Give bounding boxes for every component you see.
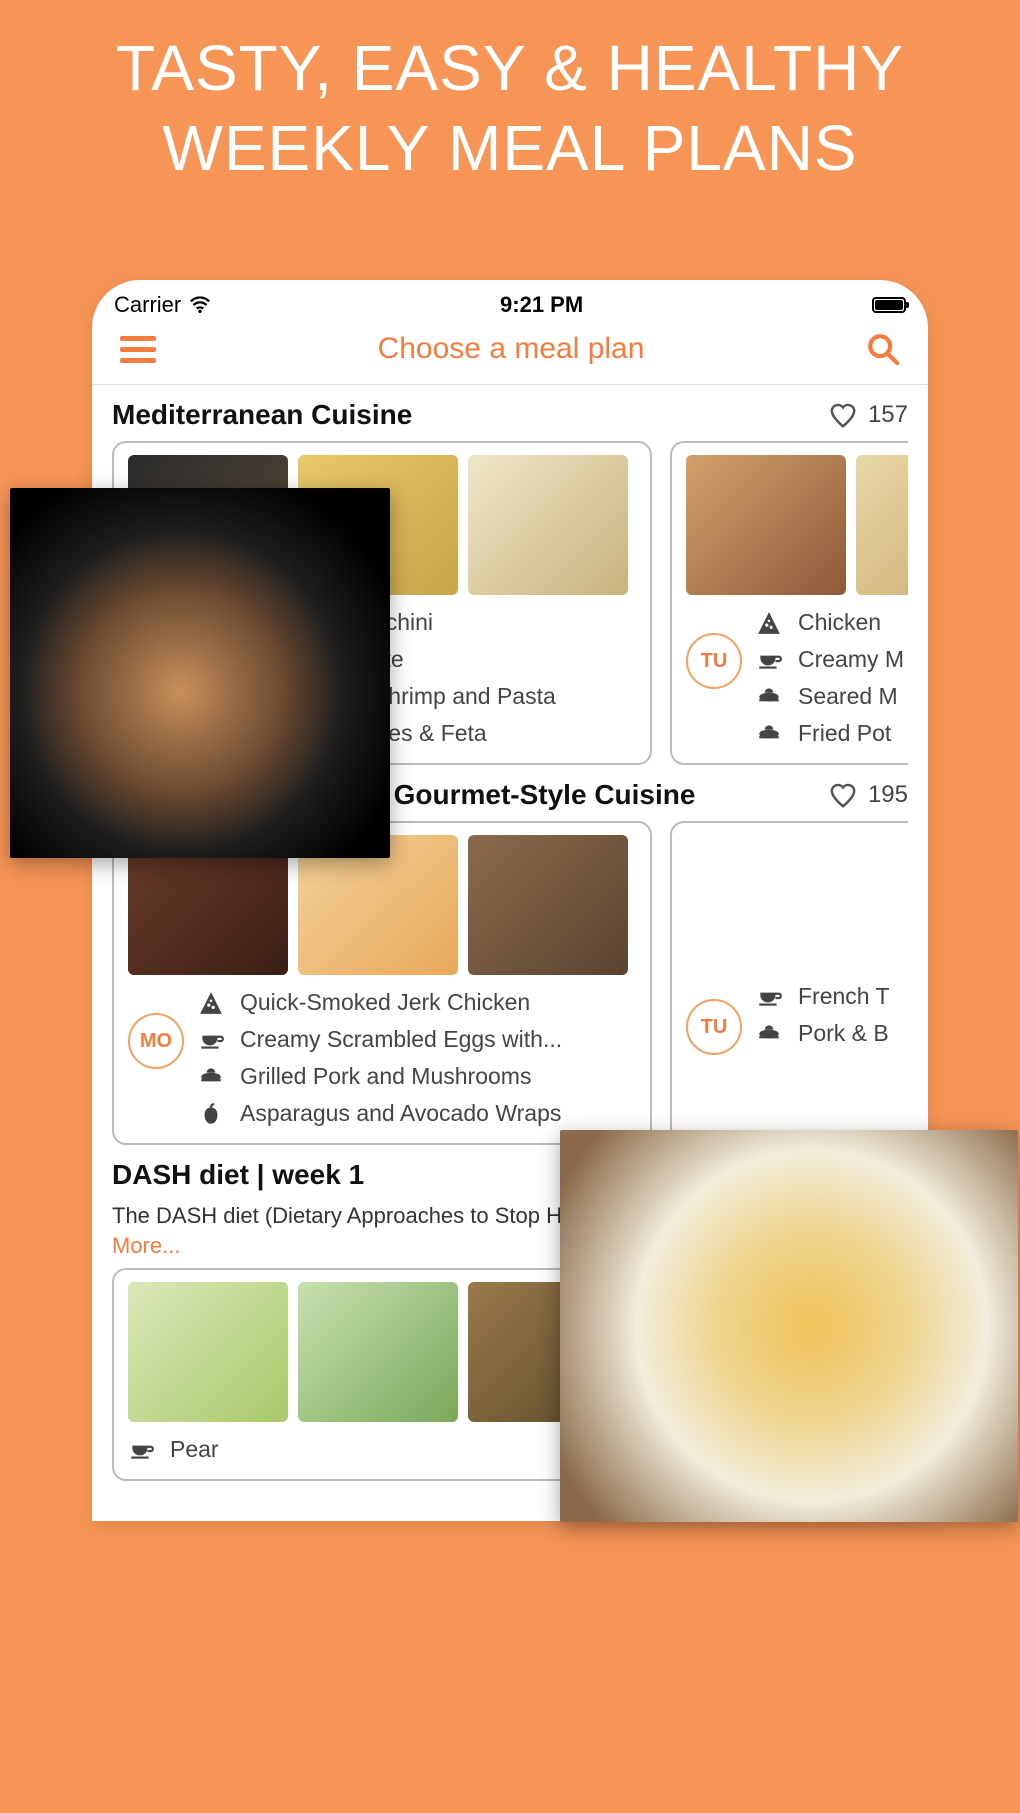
meal-item[interactable]: Creamy M	[756, 646, 908, 673]
meal-label: Pork & B	[798, 1020, 889, 1047]
meal-item[interactable]: Pear	[128, 1436, 616, 1463]
promo-line2: WEEKLY MEAL PLANS	[40, 108, 980, 188]
nav-bar: Choose a meal plan	[92, 324, 928, 385]
meal-thumb	[468, 835, 628, 975]
meal-thumb	[686, 455, 846, 595]
cup-icon	[198, 1027, 224, 1053]
meal-label: French T	[798, 983, 890, 1010]
carrier-label: Carrier	[114, 292, 181, 318]
day-badge: TU	[686, 999, 742, 1055]
section-title[interactable]: DASH diet | week 1	[112, 1159, 364, 1191]
meal-label: Asparagus and Avocado Wraps	[240, 1100, 561, 1127]
meal-thumb	[856, 455, 908, 595]
meal-item[interactable]: Fried Pot	[756, 720, 908, 747]
meal-item[interactable]: Quick-Smoked Jerk Chicken	[198, 989, 636, 1016]
meal-label: Pear	[170, 1436, 219, 1463]
day-card[interactable]: MO Quick-Smoked Jerk Chicken Creamy Scra…	[112, 821, 652, 1145]
more-link[interactable]: More...	[112, 1233, 180, 1258]
day-badge: TU	[686, 633, 742, 689]
cup-icon	[128, 1437, 154, 1463]
meal-item[interactable]: French T	[756, 983, 908, 1010]
menu-button[interactable]	[120, 336, 156, 363]
dish-icon	[756, 1021, 782, 1047]
promo-headline: TASTY, EASY & HEALTHY WEEKLY MEAL PLANS	[0, 0, 1020, 212]
meal-label: Seared M	[798, 683, 898, 710]
dish-icon	[756, 684, 782, 710]
meal-thumb	[298, 1282, 458, 1422]
meal-item[interactable]: Chicken	[756, 609, 908, 636]
search-icon[interactable]	[866, 332, 900, 366]
meal-item[interactable]: Seared M	[756, 683, 908, 710]
meal-label: Creamy M	[798, 646, 904, 673]
meal-label: Chicken	[798, 609, 881, 636]
meal-item[interactable]: Creamy Scrambled Eggs with...	[198, 1026, 636, 1053]
feature-photo-kofta	[10, 488, 390, 858]
meal-label: Creamy Scrambled Eggs with...	[240, 1026, 562, 1053]
meal-label: Grilled Pork and Mushrooms	[240, 1063, 531, 1090]
cup-icon	[756, 984, 782, 1010]
likes[interactable]: 157	[828, 400, 908, 430]
feature-photo-soup	[560, 1130, 1018, 1522]
wifi-icon	[189, 294, 211, 316]
meal-item[interactable]: Grilled Pork and Mushrooms	[198, 1063, 636, 1090]
apple-icon	[198, 1101, 224, 1127]
meal-thumb	[468, 455, 628, 595]
likes-count: 157	[868, 401, 908, 429]
likes-count: 195	[868, 781, 908, 809]
day-badge: MO	[128, 1013, 184, 1069]
clock-label: 9:21 PM	[211, 292, 872, 318]
promo-line1: TASTY, EASY & HEALTHY	[40, 28, 980, 108]
status-bar: Carrier 9:21 PM	[92, 280, 928, 324]
dish-icon	[756, 721, 782, 747]
likes[interactable]: 195	[828, 780, 908, 810]
cup-icon	[756, 647, 782, 673]
meal-label: Quick-Smoked Jerk Chicken	[240, 989, 530, 1016]
page-title: Choose a meal plan	[378, 332, 645, 366]
dish-icon	[198, 1064, 224, 1090]
heart-icon	[828, 400, 858, 430]
battery-icon	[872, 297, 906, 313]
heart-icon	[828, 780, 858, 810]
meal-item[interactable]: Pork & B	[756, 1020, 908, 1047]
meal-thumb	[128, 1282, 288, 1422]
meal-label: Fried Pot	[798, 720, 891, 747]
pizza-icon	[198, 990, 224, 1016]
day-card[interactable]: TU Chicken Creamy M Seared M Fried Pot	[670, 441, 908, 765]
meal-item[interactable]: Asparagus and Avocado Wraps	[198, 1100, 636, 1127]
section-title[interactable]: Mediterranean Cuisine	[112, 399, 412, 431]
day-card[interactable]: Pear	[112, 1268, 632, 1481]
day-card[interactable]: TU French T Pork & B	[670, 821, 908, 1145]
pizza-icon	[756, 610, 782, 636]
